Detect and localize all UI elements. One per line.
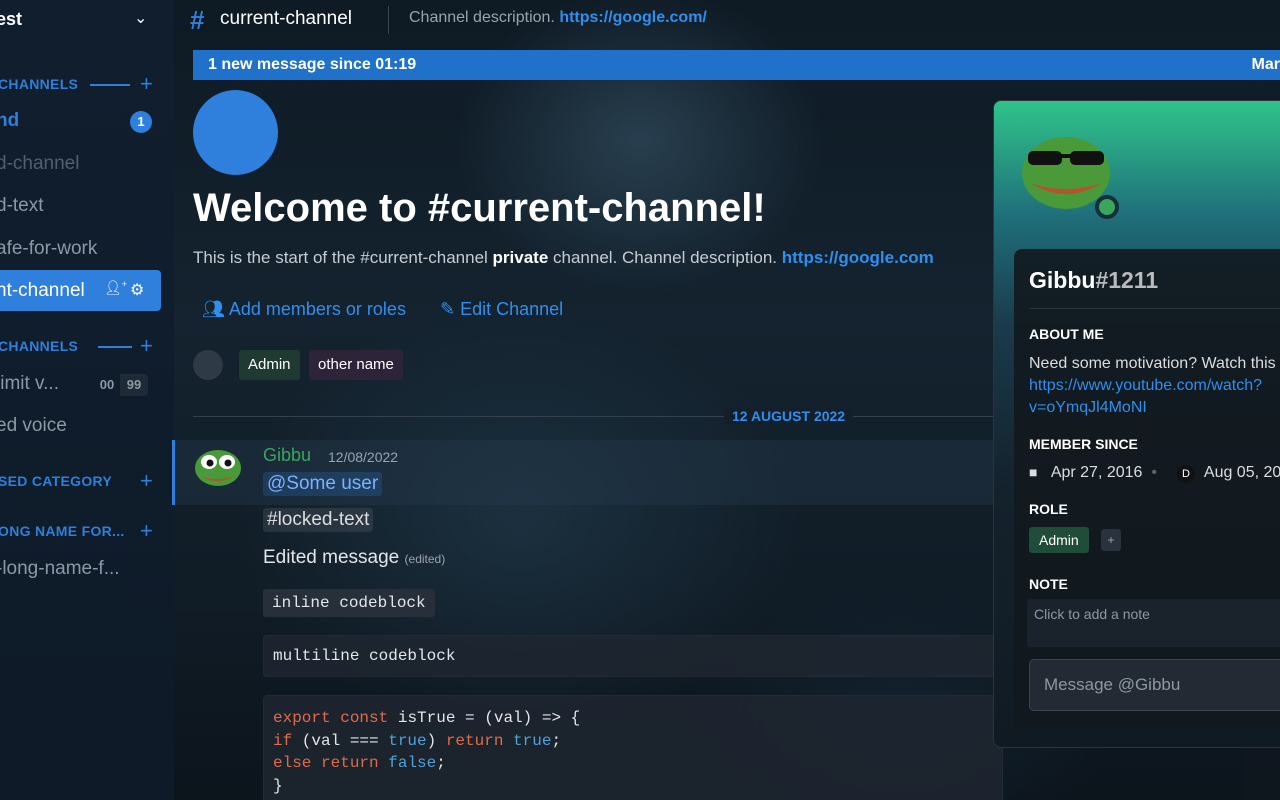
channel-selected[interactable]: nt-channel 👤︎+ ⚙︎: [0, 270, 161, 311]
add-channel-icon[interactable]: +: [140, 520, 153, 542]
add-members-icon: 👥︎: [202, 299, 225, 319]
note-title: NOTE: [1029, 576, 1068, 592]
profile-body: Gibbu#1211 ABOUT ME Need some motivation…: [1014, 249, 1280, 729]
about-me-title: ABOUT ME: [1029, 326, 1104, 342]
welcome-title: Welcome to #current-channel!: [193, 186, 766, 230]
welcome-link[interactable]: https://google.com: [782, 248, 934, 267]
welcome-text: This is the start of the #current-channe…: [193, 248, 493, 267]
note-input[interactable]: Click to add a note: [1027, 599, 1280, 647]
unread-badge: 1: [130, 111, 152, 133]
about-me-text: Need some motivation? Watch this https://…: [1029, 353, 1280, 419]
message-user-input[interactable]: Message @Gibbu: [1029, 659, 1280, 711]
add-channel-icon[interactable]: +: [140, 73, 153, 95]
category-long-name[interactable]: ONG NAME FOR...: [0, 523, 125, 539]
date-divider-line: [193, 416, 993, 417]
add-channel-icon[interactable]: +: [140, 335, 153, 357]
code-line: if (val === true) return true;: [273, 731, 562, 750]
date-divider: 12 AUGUST 2022: [724, 408, 854, 424]
profile-divider: [1029, 308, 1280, 309]
edited-message-text: Edited message: [263, 547, 400, 568]
topic-text: Channel description.: [409, 9, 555, 26]
inline-code: inline codeblock: [263, 589, 435, 617]
profile-username[interactable]: Gibbu#1211: [1029, 267, 1158, 294]
voice-channel-locked[interactable]: ed voice: [0, 415, 67, 437]
channel-mention[interactable]: #locked-text: [263, 508, 374, 532]
role-tag[interactable]: other name: [309, 350, 403, 380]
server-icon: D: [1177, 465, 1195, 483]
code-block-js: export const isTrue = (val) => { if (val…: [263, 695, 1003, 800]
member-avatar[interactable]: [193, 350, 223, 380]
edit-channel-label: Edit Channel: [460, 299, 564, 319]
voice-user-limit: 99: [120, 374, 148, 396]
channel-long-name[interactable]: -long-name-f...: [0, 558, 120, 580]
user-mention[interactable]: @Some user: [263, 472, 383, 496]
pencil-icon: ✎: [440, 299, 456, 319]
channel-sidebar: est ⌄ CHANNELS + nd 1 d-channel d-text a…: [0, 0, 174, 800]
welcome-private: private: [492, 248, 549, 267]
category-divider: [90, 84, 130, 86]
channel-welcome-icon: [193, 90, 278, 175]
invite-member-icon[interactable]: 👤︎+: [104, 279, 127, 297]
new-messages-text: 1 new message since 01:19: [208, 56, 417, 73]
add-members-label: Add members or roles: [228, 299, 406, 319]
channel-muted[interactable]: d-channel: [0, 153, 79, 175]
welcome-text: channel. Channel description.: [548, 248, 782, 267]
welcome-description: This is the start of the #current-channe…: [193, 248, 934, 268]
channel-header: # current-channel Channel description. h…: [174, 0, 1280, 40]
gear-icon[interactable]: ⚙︎: [130, 280, 144, 300]
code-line: export const isTrue = (val) => {: [273, 709, 581, 727]
user-avatar[interactable]: [193, 446, 243, 490]
multiline-codeblock: multiline codeblock: [263, 635, 1003, 677]
selected-channel-label: nt-channel: [0, 280, 85, 301]
discord-since-date: Apr 27, 2016: [1050, 464, 1143, 481]
topic-link[interactable]: https://google.com/: [559, 9, 707, 26]
channel-unread[interactable]: nd: [0, 110, 19, 132]
about-text: Need some motivation? Watch this: [1029, 355, 1276, 372]
discord-icon: ■: [1029, 464, 1038, 480]
role-pill[interactable]: Admin: [1029, 527, 1089, 553]
scroll-area: [1244, 748, 1280, 800]
add-members-button[interactable]: 👥︎ Add members or roles: [202, 299, 406, 320]
code-line: }: [273, 776, 283, 795]
chevron-down-icon[interactable]: ⌄: [134, 8, 147, 28]
about-link[interactable]: https://www.youtube.com/watch? v=oYmqJl4M…: [1029, 377, 1262, 416]
add-channel-icon[interactable]: +: [140, 470, 153, 492]
online-status-icon: [1095, 195, 1119, 219]
header-divider: [388, 6, 389, 34]
edited-message: Edited message (edited): [263, 547, 445, 569]
category-collapsed[interactable]: SED CATEGORY: [0, 473, 112, 489]
voice-user-count: 00: [99, 377, 115, 392]
mark-as-read-button[interactable]: Mar: [1252, 56, 1280, 74]
channel-locked-text[interactable]: d-text: [0, 195, 44, 217]
add-role-button[interactable]: +: [1101, 529, 1121, 551]
discriminator: #1211: [1095, 267, 1159, 293]
voice-channel-limit[interactable]: limit v...: [0, 373, 59, 395]
edit-channel-button[interactable]: ✎ Edit Channel: [440, 299, 563, 320]
code-line: else return false;: [273, 754, 446, 772]
server-since-date: Aug 05, 20: [1203, 464, 1280, 481]
member-since-title: MEMBER SINCE: [1029, 436, 1138, 452]
discord-member-since: ■ Apr 27, 2016 •: [1029, 464, 1162, 481]
channel-title: current-channel: [220, 8, 353, 29]
server-member-since: D Aug 05, 20: [1177, 464, 1280, 483]
server-name[interactable]: est: [0, 9, 22, 30]
edited-tag: (edited): [404, 552, 446, 566]
hashtag-icon: #: [190, 5, 205, 35]
message-timestamp: 12/08/2022: [328, 449, 399, 465]
message-author[interactable]: Gibbu: [263, 445, 311, 466]
username: Gibbu: [1029, 267, 1096, 293]
new-messages-bar[interactable]: 1 new message since 01:19 Mar: [193, 50, 1280, 80]
category-voice-channels[interactable]: CHANNELS: [0, 338, 78, 354]
channel-topic: Channel description. https://google.com/: [409, 9, 707, 27]
role-title: ROLE: [1029, 501, 1068, 517]
user-profile-popout: Gibbu#1211 ABOUT ME Need some motivation…: [993, 100, 1280, 748]
channel-nsfw[interactable]: afe-for-work: [0, 238, 97, 260]
category-text-channels[interactable]: CHANNELS: [0, 76, 78, 92]
role-tag[interactable]: Admin: [239, 350, 300, 380]
category-divider: [98, 346, 132, 348]
